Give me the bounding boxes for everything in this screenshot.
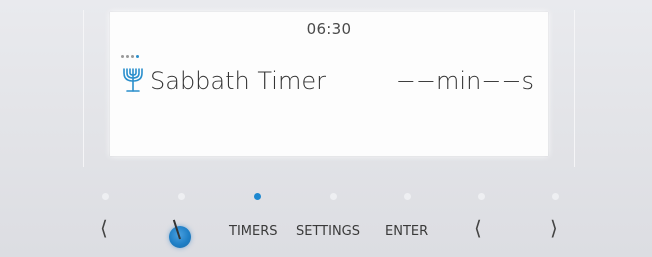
indicator-dot: [178, 193, 185, 200]
left-arrow-button[interactable]: ⟨: [100, 216, 108, 240]
page-dot: [126, 55, 129, 58]
page-dot: [131, 55, 134, 58]
program-title: Sabbath Timer: [150, 67, 326, 95]
indicator-dot: [102, 193, 109, 200]
timers-button[interactable]: TIMERS: [229, 220, 278, 244]
left-arrow-button-2[interactable]: ⟨: [474, 216, 482, 240]
menorah-icon: [123, 68, 143, 92]
page-dots: [121, 55, 139, 58]
indicator-dot: [404, 193, 411, 200]
enter-button[interactable]: ENTER: [385, 220, 428, 244]
indicator-dot-active: [254, 193, 261, 200]
right-arrow-button[interactable]: ⟩: [550, 216, 558, 240]
indicator-dot: [552, 193, 559, 200]
page-dot-active: [136, 55, 139, 58]
page-dot: [121, 55, 124, 58]
timer-value: −−min−−s: [395, 67, 534, 95]
clock-readout: 06:30: [306, 20, 352, 38]
oven-display: 06:30 Sabbath Timer −−min−−s: [110, 12, 548, 156]
indicator-dot: [330, 193, 337, 200]
indicator-dot: [478, 193, 485, 200]
settings-button[interactable]: SETTINGS: [296, 220, 360, 244]
